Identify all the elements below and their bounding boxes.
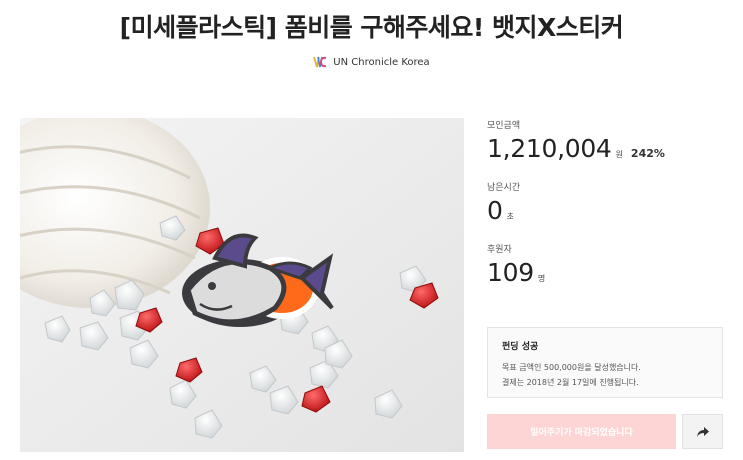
backers-value: 109 — [487, 258, 534, 287]
result-goal-text: 목표 금액인 500,000원을 달성했습니다. — [502, 363, 641, 372]
backers-stat: 후원자 109 명 — [487, 242, 727, 287]
hero-image — [20, 118, 464, 452]
creator-logo-icon — [313, 55, 327, 69]
amount-unit: 원 — [615, 150, 623, 159]
funding-result-box: 펀딩 성공 목표 금액인 500,000원을 달성했습니다. 결제는 2018년… — [487, 327, 723, 398]
time-stat: 남은시간 0 초 — [487, 180, 727, 225]
backers-label: 후원자 — [487, 245, 512, 255]
backers-unit: 명 — [537, 274, 546, 283]
amount-percent: 242% — [630, 147, 665, 160]
funding-stats: 모인금액 1,210,004 원 242% 남은시간 0 초 후원자 109 명 — [487, 118, 727, 304]
time-label: 남은시간 — [487, 183, 521, 193]
result-title: 펀딩 성공 — [502, 342, 539, 352]
result-payment-text: 결제는 2018년 2월 17일에 진행됩니다. — [502, 378, 639, 387]
amount-value: 1,210,004 — [487, 134, 612, 163]
amount-label: 모인금액 — [487, 121, 521, 131]
share-icon — [696, 422, 709, 441]
funding-closed-button[interactable]: 밀어주기가 마감되었습니다 — [487, 414, 676, 449]
time-unit: 초 — [506, 212, 514, 221]
creator-name: UN Chronicle Korea — [333, 56, 430, 68]
share-button[interactable] — [682, 414, 723, 449]
creator-info[interactable]: UN Chronicle Korea — [0, 55, 743, 69]
time-value: 0 — [487, 196, 503, 225]
amount-stat: 모인금액 1,210,004 원 242% — [487, 118, 727, 163]
project-title: [미세플라스틱] 폼비를 구해주세요! 뱃지X스티커 — [119, 13, 624, 42]
